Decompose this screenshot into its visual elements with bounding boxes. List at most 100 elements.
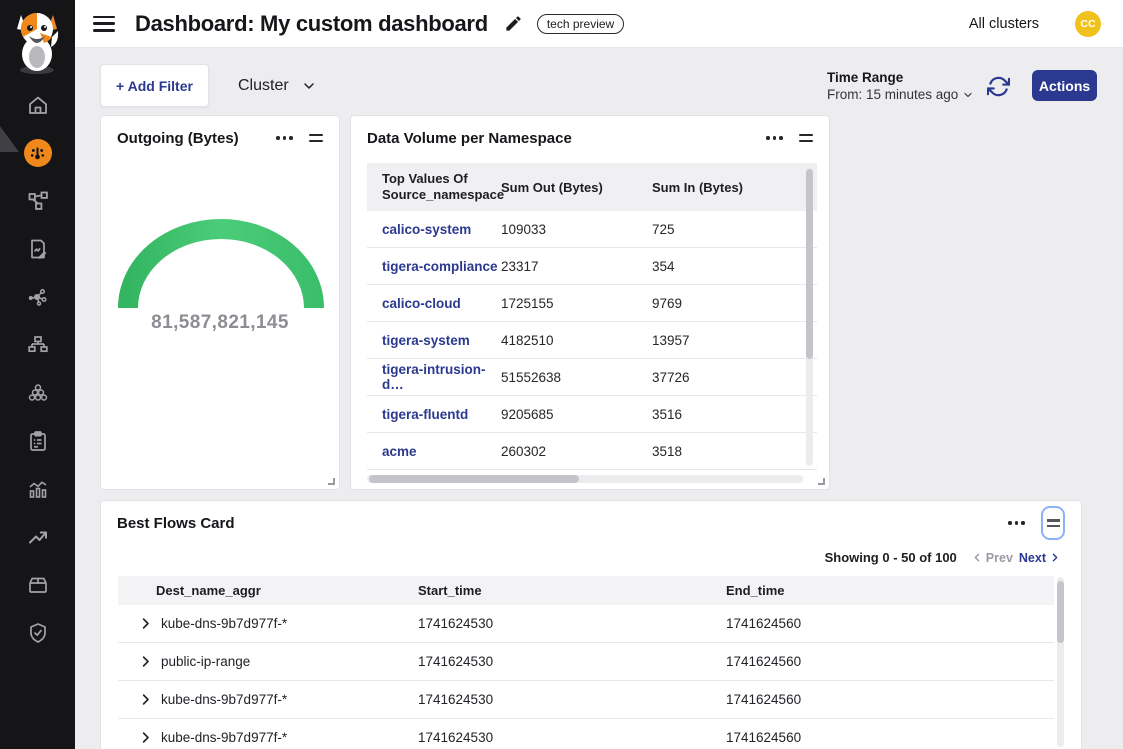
namespace-link[interactable]: tigera-system xyxy=(382,333,470,348)
expand-row-chevron-icon[interactable] xyxy=(138,692,153,707)
namespace-link[interactable]: calico-cloud xyxy=(382,296,461,311)
gauge-value: 81,587,821,145 xyxy=(101,312,339,334)
column-header: Sum Out (Bytes) xyxy=(501,180,652,195)
refresh-icon[interactable] xyxy=(987,75,1011,99)
sidebar-item-reports[interactable] xyxy=(24,237,52,261)
namespace-link[interactable]: tigera-intrusion-d… xyxy=(382,362,486,392)
cluster-scope-selector[interactable]: All clusters xyxy=(969,16,1039,32)
namespace-link[interactable]: acme xyxy=(382,444,417,459)
cluster-dropdown-label: Cluster xyxy=(238,77,289,95)
expand-row-chevron-icon[interactable] xyxy=(138,654,153,669)
time-range: Time Range From: 15 minutes ago xyxy=(827,70,974,102)
sidebar-item-workloads[interactable] xyxy=(24,573,52,597)
menu-icon[interactable] xyxy=(93,16,115,32)
sidebar-item-network-sets[interactable] xyxy=(24,333,52,357)
sidebar-item-service-graph[interactable] xyxy=(24,189,52,213)
column-header: End_time xyxy=(726,583,1054,598)
table-row: tigera-intrusion-d… 51552638 37726 xyxy=(367,359,817,396)
card-drag-handle-icon[interactable] xyxy=(799,130,813,146)
column-header: Dest_name_aggr xyxy=(118,583,418,598)
resize-handle[interactable] xyxy=(328,478,335,485)
sidebar-item-security[interactable] xyxy=(24,621,52,645)
time-range-value-dropdown[interactable]: From: 15 minutes ago xyxy=(827,87,974,102)
sidebar-item-statistics[interactable] xyxy=(24,477,52,501)
dashboard-gauge-icon xyxy=(24,139,52,167)
table-row: calico-cloud 1725155 9769 xyxy=(367,285,817,322)
home-icon xyxy=(26,93,50,117)
column-header: Start_time xyxy=(418,583,726,598)
gauge-arc xyxy=(101,204,341,314)
stats-chart-icon xyxy=(26,477,50,501)
pagination: Showing 0 - 50 of 100 Prev Next xyxy=(825,550,1061,565)
sidebar-item-threat-graph[interactable] xyxy=(24,285,52,309)
outgoing-bytes-card: Outgoing (Bytes) 81,587,821,145 xyxy=(100,115,340,490)
trend-arrow-icon xyxy=(26,525,50,549)
sidebar-item-clusters[interactable] xyxy=(24,381,52,405)
card-options-icon[interactable] xyxy=(1008,517,1025,529)
chevron-right-icon xyxy=(1048,551,1061,564)
namespace-link[interactable]: calico-system xyxy=(382,222,471,237)
card-title: Best Flows Card xyxy=(117,515,235,532)
namespace-table: Top Values Of Source_namespace Sum Out (… xyxy=(367,163,817,470)
data-volume-card: Data Volume per Namespace Top Values Of … xyxy=(350,115,830,490)
clipboard-list-icon xyxy=(26,429,50,453)
table-row: kube-dns-9b7d977f-* 1741624530 174162456… xyxy=(118,605,1054,643)
resize-handle[interactable] xyxy=(818,478,825,485)
topology-icon xyxy=(26,189,50,213)
table-row: acme 260302 3518 xyxy=(367,433,817,470)
sidebar-item-dashboards[interactable] xyxy=(24,141,52,165)
showing-count: Showing 0 - 50 of 100 xyxy=(825,550,957,565)
topbar: Dashboard: My custom dashboard tech prev… xyxy=(75,0,1123,48)
chevron-down-icon xyxy=(301,78,317,94)
network-tree-icon xyxy=(26,333,50,357)
vertical-scrollbar[interactable] xyxy=(1057,577,1064,747)
report-edit-icon xyxy=(26,237,50,261)
graph-nodes-icon xyxy=(26,285,50,309)
namespace-link[interactable]: tigera-compliance xyxy=(382,259,498,274)
column-header: Sum In (Bytes) xyxy=(652,180,802,195)
sidebar-item-trends[interactable] xyxy=(24,525,52,549)
expand-row-chevron-icon[interactable] xyxy=(138,730,153,745)
column-header: Top Values Of Source_namespace xyxy=(367,171,501,204)
table-row: tigera-system 4182510 13957 xyxy=(367,322,817,359)
table-header-row: Dest_name_aggr Start_time End_time xyxy=(118,576,1054,605)
table-row: kube-dns-9b7d977f-* 1741624530 174162456… xyxy=(118,681,1054,719)
expand-row-chevron-icon[interactable] xyxy=(138,616,153,631)
avatar[interactable]: CC xyxy=(1075,11,1101,37)
card-drag-handle-icon[interactable] xyxy=(309,130,323,146)
card-title: Outgoing (Bytes) xyxy=(117,130,239,147)
chevron-left-icon xyxy=(971,551,984,564)
cluster-dropdown[interactable]: Cluster xyxy=(238,64,317,107)
package-box-icon xyxy=(26,573,50,597)
app-screen: Dashboard: My custom dashboard tech prev… xyxy=(0,0,1123,749)
cluster-circles-icon xyxy=(26,381,50,405)
sidebar-item-home[interactable] xyxy=(24,93,52,117)
edit-pencil-icon[interactable] xyxy=(504,14,523,33)
table-row: tigera-fluentd 9205685 3516 xyxy=(367,396,817,433)
tech-preview-badge: tech preview xyxy=(537,14,624,34)
card-title: Data Volume per Namespace xyxy=(367,130,572,147)
table-row: calico-system 109033 725 xyxy=(367,211,817,248)
card-options-icon[interactable] xyxy=(766,132,783,144)
card-drag-handle-icon-focused[interactable] xyxy=(1041,506,1065,540)
vertical-scrollbar[interactable] xyxy=(806,166,813,466)
horizontal-scrollbar[interactable] xyxy=(367,475,803,483)
table-header-row: Top Values Of Source_namespace Sum Out (… xyxy=(367,163,817,211)
table-row: public-ip-range 1741624530 1741624560 xyxy=(118,643,1054,681)
sidebar xyxy=(0,0,75,749)
calico-cat-logo[interactable] xyxy=(9,7,65,75)
best-flows-card: Best Flows Card Showing 0 - 50 of 100 Pr… xyxy=(100,500,1082,749)
shield-check-icon xyxy=(26,621,50,645)
next-page-button[interactable]: Next xyxy=(1019,551,1061,565)
namespace-link[interactable]: tigera-fluentd xyxy=(382,407,468,422)
table-row: tigera-compliance 23317 354 xyxy=(367,248,817,285)
prev-page-button[interactable]: Prev xyxy=(971,551,1013,565)
sidebar-item-policies[interactable] xyxy=(24,429,52,453)
time-range-label: Time Range xyxy=(827,70,974,85)
actions-button[interactable]: Actions xyxy=(1032,70,1097,101)
chevron-down-icon xyxy=(962,89,974,101)
card-options-icon[interactable] xyxy=(276,132,293,144)
table-row: kube-dns-9b7d977f-* 1741624530 174162456… xyxy=(118,719,1054,749)
add-filter-button[interactable]: + Add Filter xyxy=(100,64,209,107)
page-title: Dashboard: My custom dashboard xyxy=(135,11,488,37)
